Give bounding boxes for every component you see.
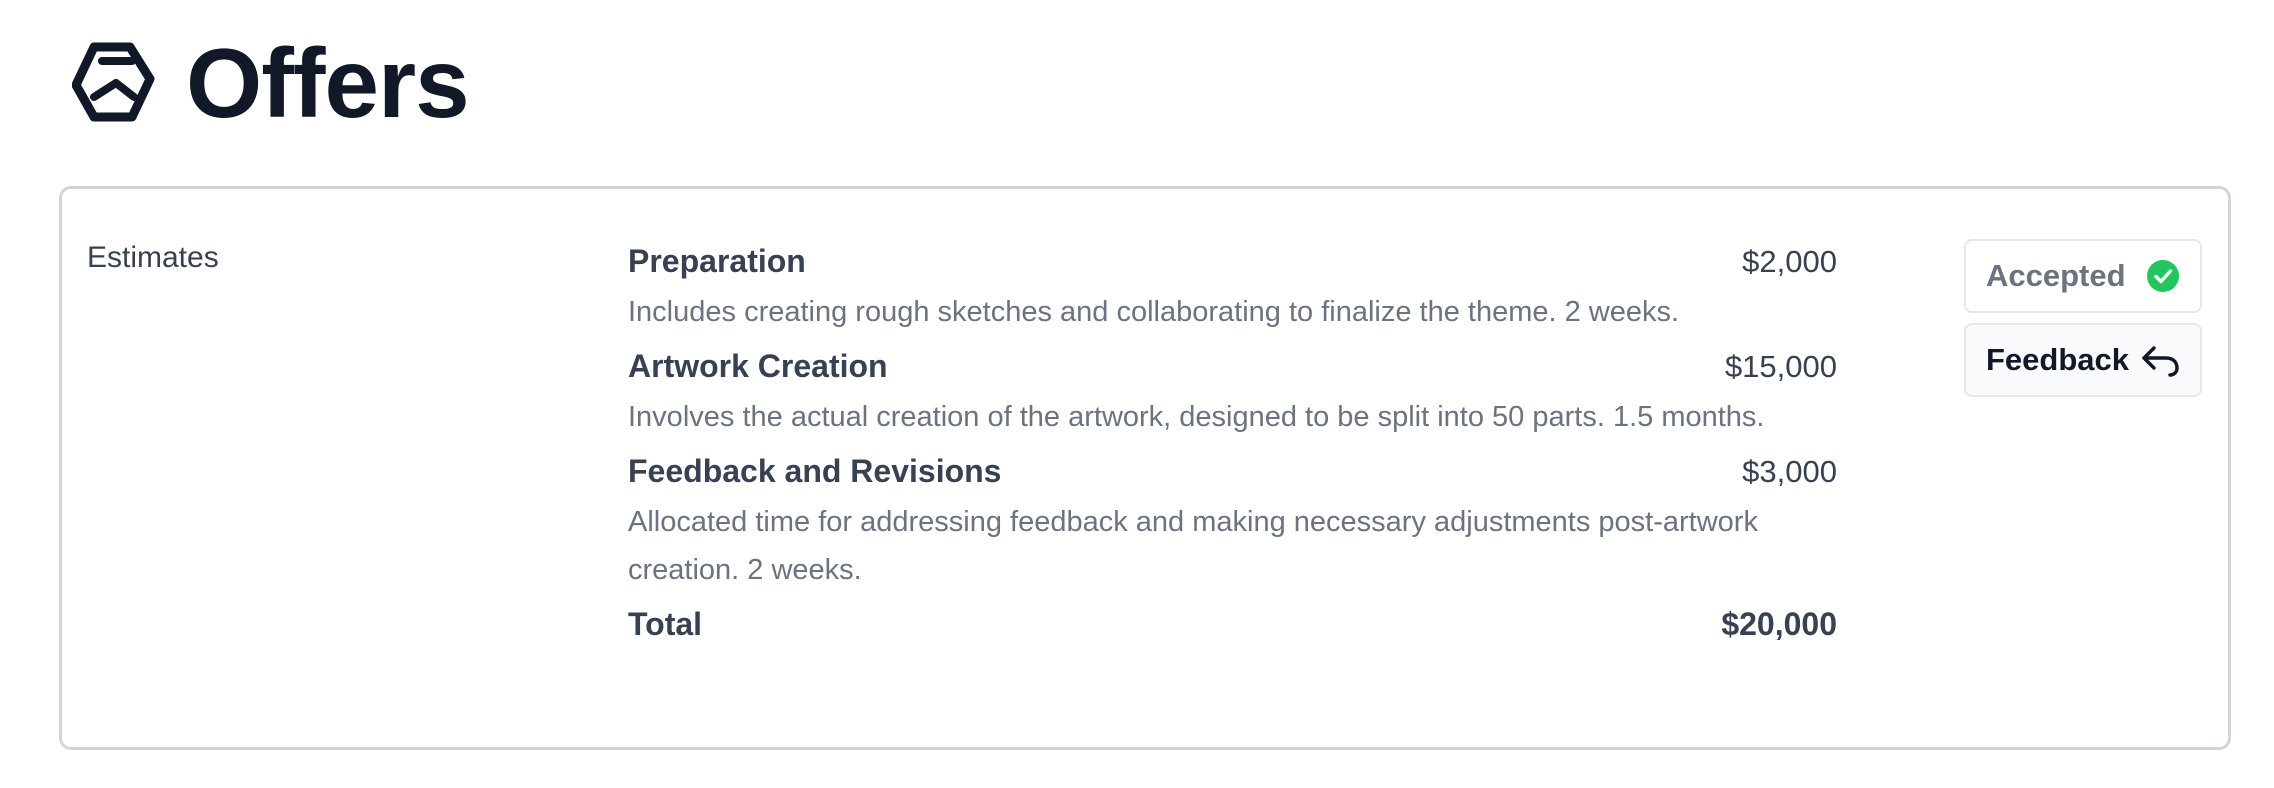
estimate-item-row: Feedback and Revisions $3,000 (628, 447, 1837, 496)
item-description: Includes creating rough sketches and col… (628, 296, 1680, 328)
accepted-button[interactable]: Accepted (1964, 239, 2202, 313)
estimate-item: Preparation $2,000 Includes creating rou… (628, 237, 1837, 336)
estimate-item: Artwork Creation $15,000 Involves the ac… (628, 342, 1837, 441)
item-description: Involves the actual creation of the artw… (628, 401, 1765, 433)
accepted-label: Accepted (1986, 258, 2126, 293)
total-label: Total (628, 606, 703, 642)
total-value: $20,000 (1721, 606, 1837, 642)
page-header: Offers (72, 28, 470, 138)
check-circle-icon (2147, 260, 2179, 292)
logo-icon (72, 42, 155, 122)
item-name: Preparation (628, 243, 806, 279)
estimate-item: Feedback and Revisions $3,000 Allocated … (628, 447, 1837, 594)
item-price: $15,000 (1724, 349, 1837, 384)
item-name: Feedback and Revisions (628, 453, 1002, 489)
card-label: Estimates (87, 241, 219, 274)
page-title: Offers (186, 28, 470, 138)
estimates-card: Estimates Preparation $2,000 Includes cr… (59, 186, 2231, 750)
item-description: Allocated time for addressing feedback a… (628, 506, 1758, 586)
feedback-button[interactable]: Feedback (1964, 323, 2202, 397)
offer-actions: Accepted Feedback (1964, 239, 2202, 397)
total-row: Total $20,000 (628, 600, 1837, 648)
reply-arrow-icon (2142, 346, 2179, 377)
item-name: Artwork Creation (628, 348, 888, 384)
estimate-item-row: Preparation $2,000 (628, 237, 1837, 286)
estimate-items: Preparation $2,000 Includes creating rou… (628, 237, 1837, 648)
feedback-label: Feedback (1986, 342, 2130, 377)
estimate-item-row: Artwork Creation $15,000 (628, 342, 1837, 391)
item-price: $3,000 (1742, 454, 1837, 489)
item-price: $2,000 (1742, 244, 1837, 279)
